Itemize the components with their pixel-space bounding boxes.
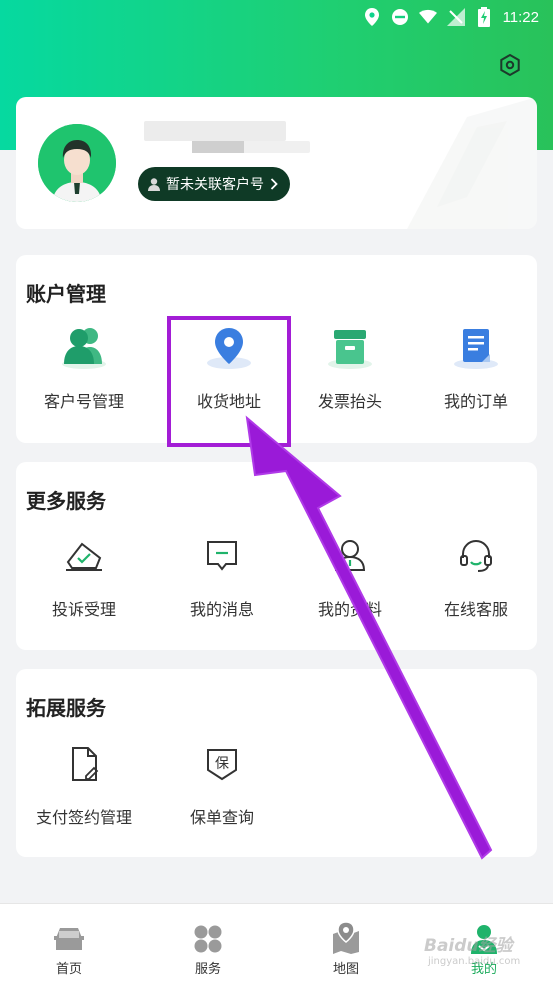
online-service-label: 在线客服 — [443, 600, 508, 619]
my-profile-item[interactable]: 我的资料 — [290, 530, 410, 620]
location-pin-icon — [207, 328, 251, 369]
policy-query-label: 保单查询 — [189, 808, 254, 827]
id-redacted-dark — [192, 141, 244, 153]
link-badge-label: 暂未关联客户号 — [166, 177, 264, 193]
tab-services-label: 服务 — [194, 962, 221, 977]
my-orders-label: 我的订单 — [443, 392, 508, 411]
customer-number-item[interactable]: 客户号管理 — [24, 322, 144, 412]
name-redacted — [144, 121, 286, 141]
complaint-label: 投诉受理 — [51, 600, 116, 619]
settings-button[interactable] — [496, 51, 524, 79]
profile-card: 暂未关联客户号 — [16, 97, 537, 229]
svg-text:保: 保 — [215, 756, 229, 772]
user-small-icon — [148, 177, 160, 191]
car-icon — [54, 928, 84, 950]
policy-query-item[interactable]: 保 保单查询 — [162, 738, 282, 828]
link-customer-badge[interactable]: 暂未关联客户号 — [138, 167, 290, 201]
payment-sign-label: 支付签约管理 — [35, 808, 132, 827]
account-section-title: 账户管理 — [26, 282, 106, 306]
status-time: 11:22 — [502, 8, 539, 26]
invoice-box-icon — [328, 330, 372, 369]
shipping-address-item[interactable]: 收货地址 — [169, 322, 289, 412]
tab-services[interactable]: 服务 — [148, 904, 268, 983]
signal-status-icon — [446, 8, 465, 26]
grid-icon — [194, 925, 222, 953]
my-orders-item[interactable]: 我的订单 — [416, 322, 536, 412]
profile-icon — [334, 540, 366, 571]
invoice-title-label: 发票抬头 — [317, 392, 382, 411]
hexagon-settings-icon — [500, 53, 520, 77]
headset-icon — [460, 540, 492, 572]
order-doc-icon — [454, 329, 498, 369]
map-icon — [333, 922, 359, 954]
customer-number-label: 客户号管理 — [43, 392, 124, 411]
invoice-title-item[interactable]: 发票抬头 — [290, 322, 410, 412]
sign-doc-icon — [72, 747, 99, 781]
my-profile-label: 我的资料 — [317, 600, 382, 619]
shipping-address-label: 收货地址 — [196, 392, 261, 411]
more-services-title: 更多服务 — [26, 489, 106, 513]
policy-shield-icon: 保 — [207, 749, 237, 781]
status-bar: 11:22 — [0, 0, 553, 34]
users-icon — [62, 328, 106, 369]
wifi-status-icon — [418, 8, 437, 26]
baidu-watermark-url: jingyan.baidu.com — [428, 956, 521, 967]
complaint-item[interactable]: 投诉受理 — [24, 530, 144, 620]
tab-home[interactable]: 首页 — [9, 904, 129, 983]
my-messages-item[interactable]: 我的消息 — [162, 530, 282, 620]
tab-home-label: 首页 — [55, 962, 82, 977]
tab-map[interactable]: 地图 — [286, 904, 406, 983]
avatar[interactable] — [38, 124, 116, 202]
online-service-item[interactable]: 在线客服 — [416, 530, 536, 620]
tab-map-label: 地图 — [332, 962, 359, 977]
baidu-watermark: Baidu经验 — [424, 936, 513, 956]
my-messages-label: 我的消息 — [189, 600, 254, 619]
complaint-icon — [66, 542, 102, 571]
card-decoration-graphic — [407, 97, 537, 229]
battery-status-icon — [475, 7, 493, 27]
chevron-right-icon — [270, 178, 278, 190]
payment-sign-item[interactable]: 支付签约管理 — [24, 738, 144, 828]
extended-services-title: 拓展服务 — [26, 696, 106, 720]
message-icon — [207, 541, 237, 571]
location-status-icon — [363, 8, 381, 26]
dnd-status-icon — [391, 8, 409, 26]
